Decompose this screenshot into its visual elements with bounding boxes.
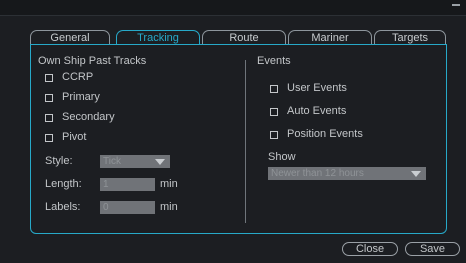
length-input[interactable]: 1 xyxy=(100,178,155,191)
style-select[interactable]: Tick xyxy=(100,155,170,168)
checkbox-position-events-label: Position Events xyxy=(287,128,363,140)
tab-route[interactable]: Route xyxy=(202,30,286,45)
tab-tracking[interactable]: Tracking xyxy=(116,30,200,45)
checkbox-pivot-label: Pivot xyxy=(62,131,87,143)
style-select-value: Tick xyxy=(103,156,121,167)
style-label: Style: xyxy=(45,155,73,167)
chevron-down-icon xyxy=(411,171,421,177)
checkbox-user-events[interactable] xyxy=(270,85,278,93)
tab-bar: General Tracking Route Mariner Targets xyxy=(30,30,446,45)
minimize-icon[interactable] xyxy=(452,4,460,6)
checkbox-secondary[interactable] xyxy=(45,114,53,122)
length-unit: min xyxy=(160,178,178,190)
close-button[interactable]: Close xyxy=(342,242,398,256)
checkbox-auto-events-label: Auto Events xyxy=(287,105,347,117)
checkbox-primary[interactable] xyxy=(45,94,53,102)
checkbox-ccrp-label: CCRP xyxy=(62,71,94,83)
checkbox-auto-events[interactable] xyxy=(270,108,278,116)
show-select-value: Newer than 12 hours xyxy=(271,168,364,179)
checkbox-ccrp[interactable] xyxy=(45,74,53,82)
labels-label: Labels: xyxy=(45,201,81,213)
tab-targets[interactable]: Targets xyxy=(374,30,446,45)
save-button[interactable]: Save xyxy=(405,242,460,256)
checkbox-secondary-label: Secondary xyxy=(62,111,115,123)
own-ship-heading: Own Ship Past Tracks xyxy=(38,55,147,67)
length-label: Length: xyxy=(45,178,82,190)
checkbox-position-events[interactable] xyxy=(270,131,278,139)
checkbox-user-events-label: User Events xyxy=(287,82,347,94)
tab-general[interactable]: General xyxy=(30,30,110,45)
show-label: Show xyxy=(268,151,296,163)
tab-mariner[interactable]: Mariner xyxy=(288,30,372,45)
column-divider xyxy=(245,60,246,223)
checkbox-pivot[interactable] xyxy=(45,134,53,142)
labels-input[interactable]: 0 xyxy=(100,201,155,214)
show-select[interactable]: Newer than 12 hours xyxy=(268,167,426,180)
events-heading: Events xyxy=(257,55,291,67)
labels-unit: min xyxy=(160,201,178,213)
title-bar xyxy=(0,0,466,16)
chevron-down-icon xyxy=(155,159,165,165)
checkbox-primary-label: Primary xyxy=(62,91,100,103)
